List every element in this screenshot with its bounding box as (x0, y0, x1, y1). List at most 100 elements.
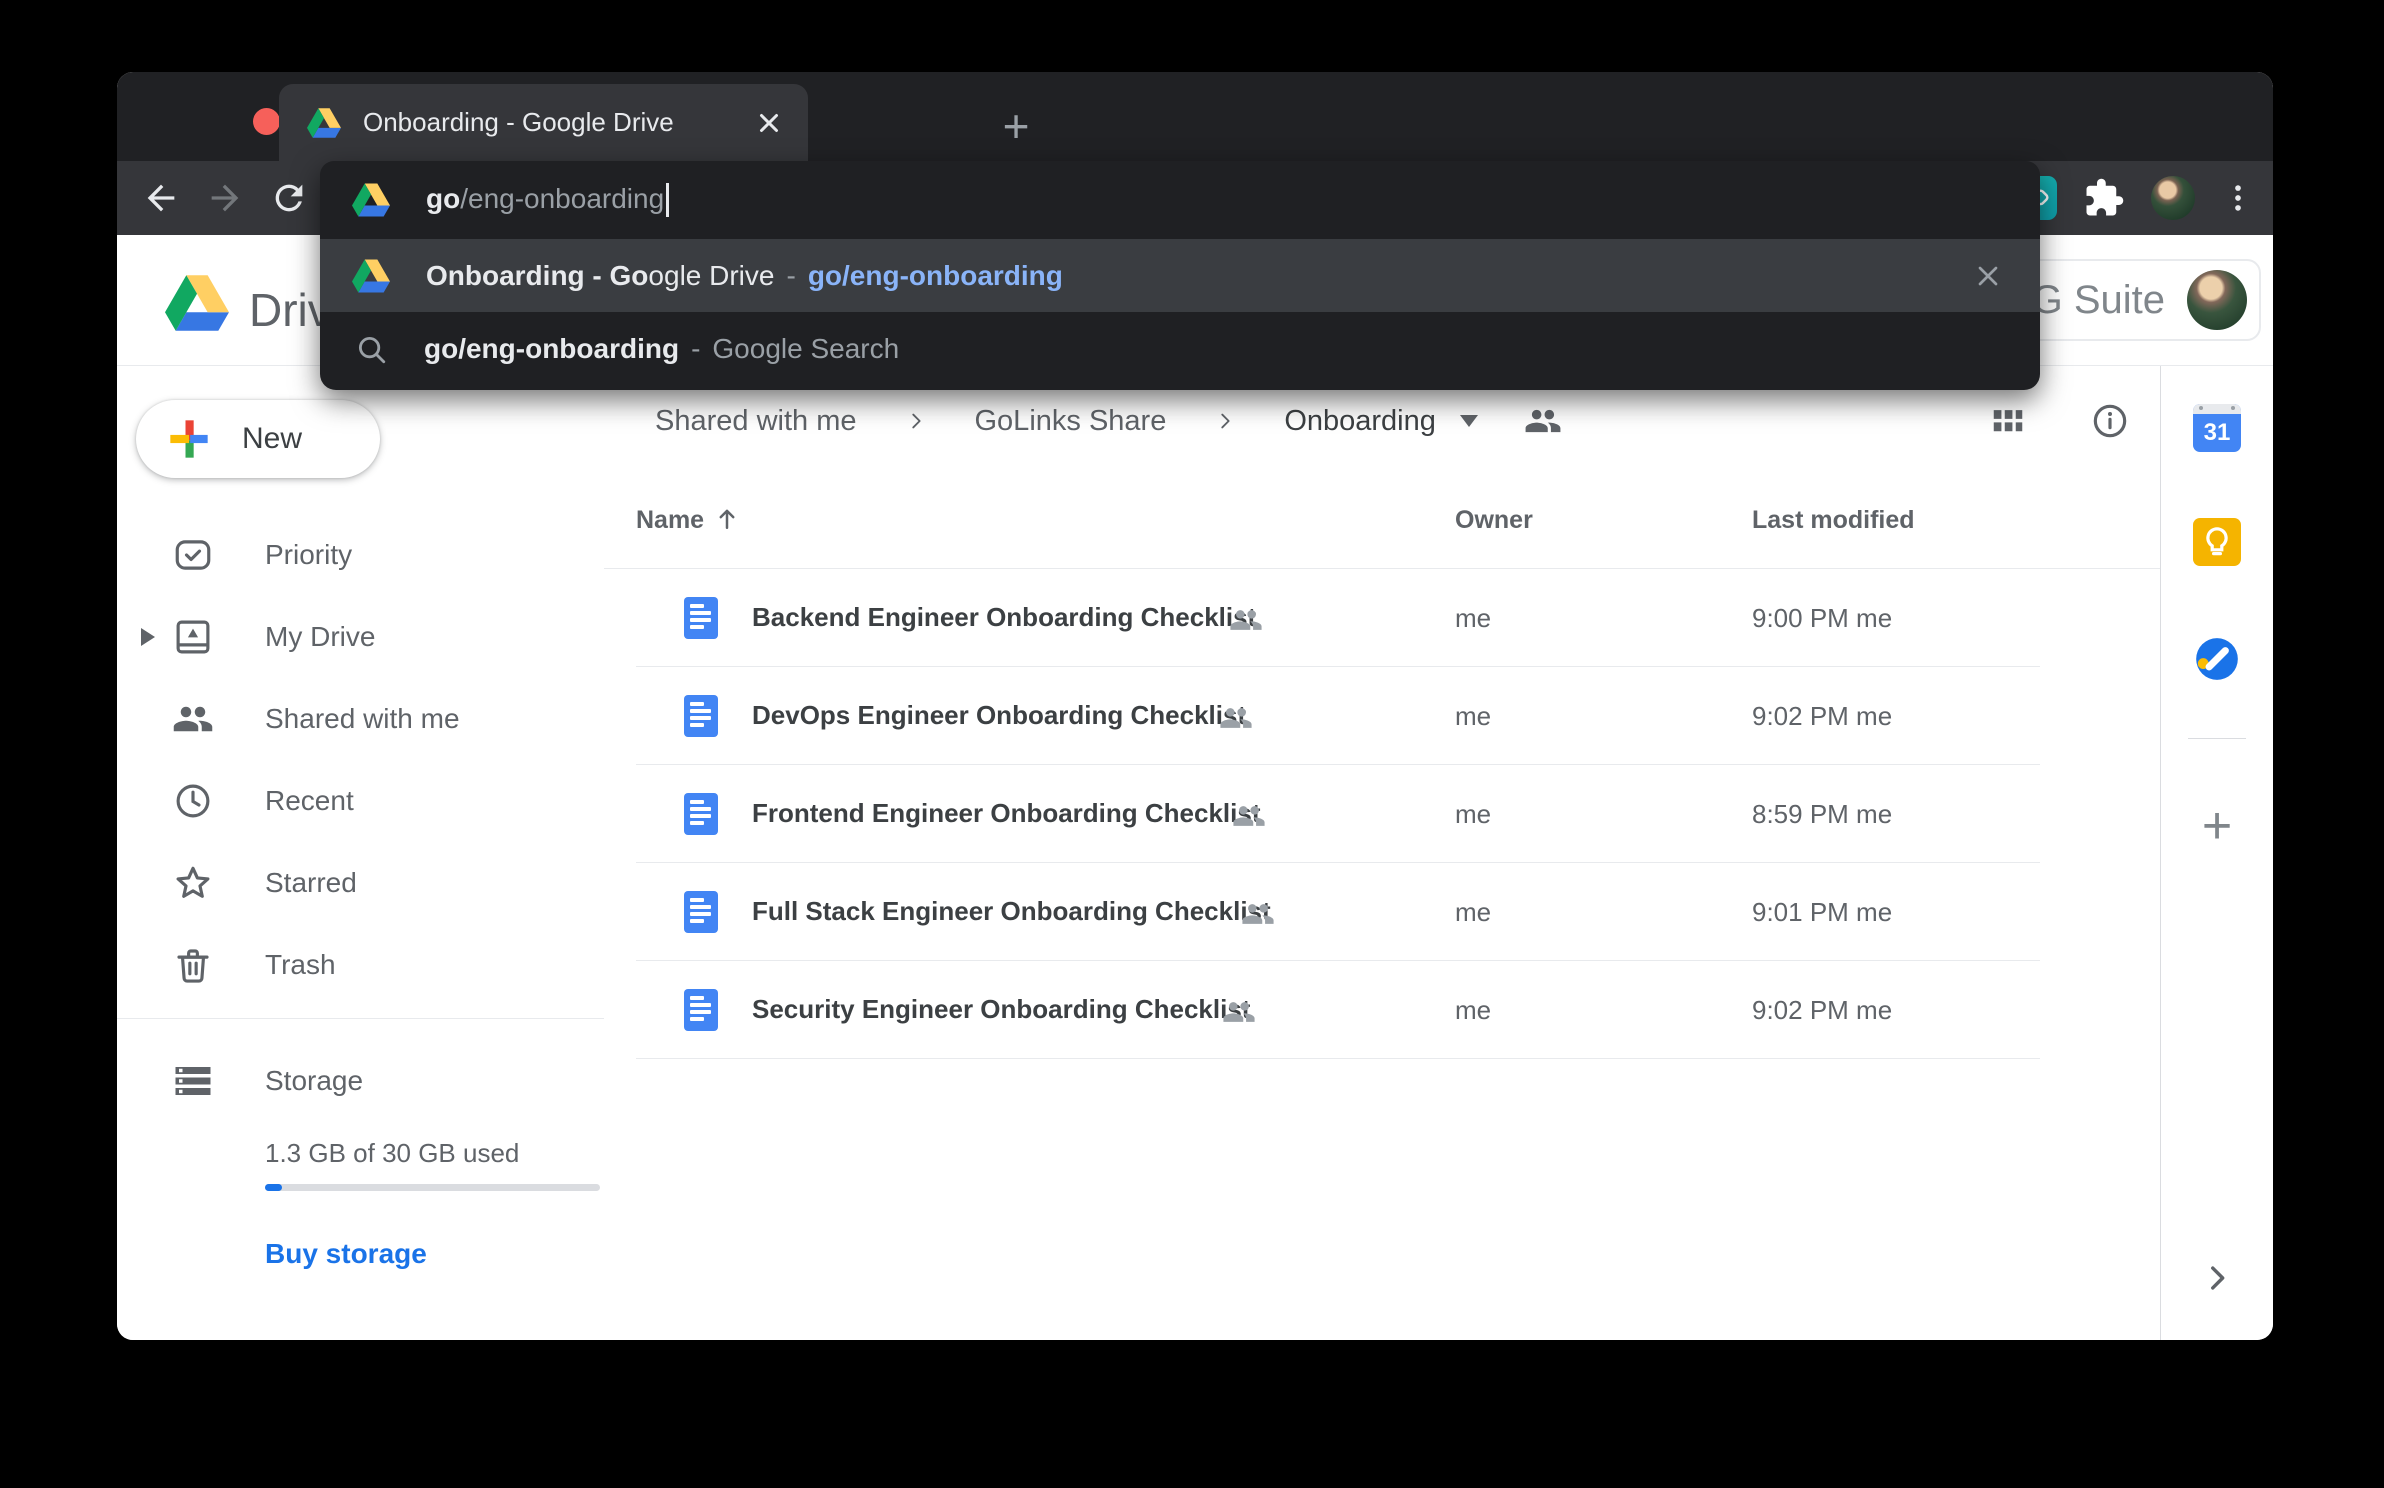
suggestion-url: go/eng-onboarding (808, 260, 1063, 291)
file-owner: me (1455, 995, 1491, 1026)
storage-icon (172, 1060, 214, 1102)
sidebar-item-recent[interactable]: Recent (117, 760, 604, 842)
suggestion-google-search[interactable]: go/eng-onboarding-Google Search (320, 312, 2040, 385)
suggestion-query: go/eng-onboarding (424, 333, 679, 364)
omnibox-dropdown: go/eng-onboarding Onboarding - Google Dr… (320, 161, 2040, 390)
suggestion-title-rest: ogle Drive (648, 260, 774, 291)
browser-tab[interactable]: Onboarding - Google Drive (279, 84, 808, 161)
sidebar-item-trash[interactable]: Trash (117, 924, 604, 1006)
collapse-panel-chevron-icon[interactable] (2200, 1261, 2234, 1295)
calendar-icon[interactable]: 31 (2193, 404, 2241, 452)
file-modified: 9:00 PM me (1752, 603, 1892, 634)
browser-menu-kebab-icon[interactable] (2221, 181, 2255, 215)
sidebar-item-shared-with-me[interactable]: Shared with me (117, 678, 604, 760)
file-modified: 9:02 PM me (1752, 701, 1892, 732)
remove-suggestion-icon[interactable] (1972, 260, 2004, 292)
omnibox-typed-text: go (426, 183, 460, 214)
omnibox-completion-text: /eng-onboarding (460, 183, 664, 214)
sidebar-item-storage[interactable]: Storage (117, 1040, 604, 1122)
suggestion-dash: - (691, 333, 700, 364)
add-side-panel-app-button[interactable]: + (2195, 806, 2239, 850)
file-row[interactable]: Frontend Engineer Onboarding Checklist m… (604, 765, 2160, 863)
google-doc-icon (684, 793, 718, 835)
shared-people-icon (1219, 701, 1253, 735)
search-icon (354, 332, 388, 366)
my-drive-icon (172, 616, 214, 658)
shared-people-icon (1241, 897, 1275, 931)
tasks-icon[interactable] (2192, 634, 2242, 684)
tab-bar: Onboarding - Google Drive + (117, 72, 2273, 161)
tab-title: Onboarding - Google Drive (363, 107, 754, 138)
google-plus-icon (168, 418, 210, 460)
file-name: Security Engineer Onboarding Checklist (752, 994, 1250, 1025)
side-panel-divider (2188, 738, 2246, 739)
omnibox-input-row[interactable]: go/eng-onboarding (320, 161, 2040, 239)
clock-icon (172, 780, 214, 822)
sidebar-item-priority[interactable]: Priority (117, 514, 604, 596)
file-modified: 9:02 PM me (1752, 995, 1892, 1026)
sidebar-item-my-drive[interactable]: My Drive (117, 596, 604, 678)
file-row[interactable]: Security Engineer Onboarding Checklist m… (604, 961, 2160, 1059)
suggestion-engine: Google Search (712, 333, 899, 364)
chevron-right-icon (1214, 410, 1236, 432)
drive-sidebar: New Priority My Drive (117, 366, 604, 1340)
close-window-button[interactable] (253, 108, 280, 135)
browser-profile-avatar[interactable] (2151, 176, 2195, 220)
shared-people-icon (1232, 799, 1266, 833)
storage-progress-bar (265, 1184, 600, 1191)
file-name: Full Stack Engineer Onboarding Checklist (752, 896, 1271, 927)
grid-view-icon[interactable] (1988, 401, 2028, 441)
file-modified: 9:01 PM me (1752, 897, 1892, 928)
google-doc-icon (684, 597, 718, 639)
file-row[interactable]: DevOps Engineer Onboarding Checklist me … (604, 667, 2160, 765)
reload-icon[interactable] (269, 178, 309, 218)
file-owner: me (1455, 799, 1491, 830)
sort-ascending-arrow-icon[interactable] (712, 504, 742, 534)
new-tab-button[interactable]: + (993, 104, 1039, 150)
file-row[interactable]: Backend Engineer Onboarding Checklist me… (604, 569, 2160, 667)
file-list-panel: Shared with me GoLinks Share Onboarding (604, 366, 2160, 1340)
keep-icon[interactable] (2193, 518, 2241, 566)
google-doc-icon (684, 989, 718, 1031)
sidebar-item-starred[interactable]: Starred (117, 842, 604, 924)
back-icon[interactable] (141, 178, 181, 218)
tab-close-icon[interactable] (754, 108, 784, 138)
file-modified: 8:59 PM me (1752, 799, 1892, 830)
people-icon (172, 698, 214, 740)
extensions-puzzle-icon[interactable] (2083, 177, 2125, 219)
file-owner: me (1455, 897, 1491, 928)
drive-favicon-icon (352, 183, 390, 217)
file-owner: me (1455, 701, 1491, 732)
google-doc-icon (684, 695, 718, 737)
expand-caret-icon[interactable] (141, 628, 155, 646)
drive-favicon-icon (307, 108, 341, 138)
suggestion-title-bold: Onboarding - Go (426, 260, 648, 291)
folder-menu-caret-icon[interactable] (1460, 415, 1478, 427)
suggestion-drive-link[interactable]: Onboarding - Google Drive-go/eng-onboard… (320, 239, 2040, 312)
info-icon[interactable] (2090, 401, 2130, 441)
storage-usage-text: 1.3 GB of 30 GB used (265, 1138, 519, 1169)
file-row[interactable]: Full Stack Engineer Onboarding Checklist… (604, 863, 2160, 961)
suggestion-dash: - (786, 260, 795, 291)
account-avatar[interactable] (2187, 270, 2247, 330)
file-owner: me (1455, 603, 1491, 634)
breadcrumb-golinks-share[interactable]: GoLinks Share (975, 405, 1167, 438)
sidebar-nav: Priority My Drive Shared with me (117, 514, 604, 1006)
table-header: Name Owner Last modified (604, 476, 2160, 569)
sidebar-label: Recent (265, 785, 354, 817)
calendar-day-label: 31 (2193, 414, 2241, 452)
new-button[interactable]: New (136, 400, 380, 478)
buy-storage-link[interactable]: Buy storage (265, 1238, 427, 1270)
storage-label: Storage (265, 1065, 363, 1097)
column-header-modified[interactable]: Last modified (1752, 506, 1915, 535)
forward-icon[interactable] (205, 178, 245, 218)
breadcrumb-onboarding[interactable]: Onboarding (1284, 405, 1436, 438)
column-header-name[interactable]: Name (636, 506, 704, 535)
sidebar-label: Priority (265, 539, 352, 571)
column-header-owner[interactable]: Owner (1455, 506, 1533, 535)
breadcrumb-shared-with-me[interactable]: Shared with me (655, 405, 857, 438)
sidebar-label: My Drive (265, 621, 375, 653)
sidebar-divider (117, 1018, 604, 1019)
shared-people-icon (1229, 603, 1263, 637)
trash-icon (172, 944, 214, 986)
